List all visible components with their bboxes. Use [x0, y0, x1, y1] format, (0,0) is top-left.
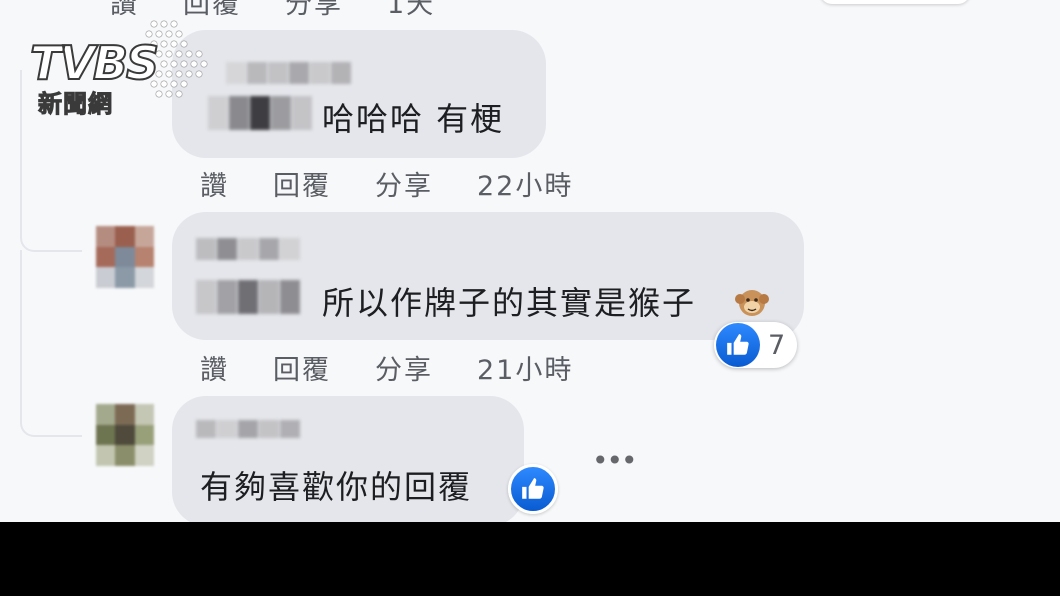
commenter-avatar-blurred	[196, 280, 300, 314]
thread-connector	[20, 250, 82, 437]
comment-text: 所以作牌子的其實是猴子	[322, 284, 697, 322]
reaction-count: 7	[768, 329, 786, 361]
letterbox-bar	[0, 522, 1060, 596]
timestamp: 22小時	[477, 171, 574, 202]
logo-subtitle: 新聞網	[38, 90, 113, 119]
more-options-icon[interactable]: •••	[592, 444, 638, 477]
thumbs-up-icon	[716, 323, 760, 367]
reaction-pill-partial[interactable]	[820, 0, 970, 4]
timestamp: 21小時	[477, 355, 574, 386]
share-action[interactable]: 分享	[285, 0, 343, 21]
comment-thread-screen: 讚 回覆 分享 1天 哈哈哈 有梗 讚 回覆 分享 22小時 所以作牌子的其實是…	[0, 0, 1060, 522]
monkey-icon	[732, 282, 772, 326]
share-action[interactable]: 分享	[375, 348, 433, 387]
comment-actions: 讚 回覆 分享 22小時	[200, 164, 573, 203]
commenter-avatar-blurred	[208, 96, 312, 130]
comment-actions: 讚 回覆 分享 21小時	[200, 348, 573, 387]
reaction-summary[interactable]: 7	[714, 322, 798, 368]
comment-text: 有夠喜歡你的回覆	[200, 468, 473, 506]
like-action[interactable]: 讚	[200, 348, 229, 387]
avatar[interactable]	[96, 226, 154, 288]
commenter-name-blurred	[196, 420, 300, 438]
share-action[interactable]: 分享	[375, 164, 433, 203]
avatar[interactable]	[96, 404, 154, 466]
logo-brand: TVBS	[29, 35, 160, 91]
tvbs-logo: TVBS 新聞網	[26, 16, 216, 119]
commenter-name-blurred	[196, 238, 300, 260]
like-action[interactable]: 讚	[200, 164, 229, 203]
reply-action[interactable]: 回覆	[273, 348, 331, 387]
thumbs-up-icon[interactable]	[508, 464, 558, 514]
comment-text: 哈哈哈 有梗	[322, 100, 505, 138]
reply-action[interactable]: 回覆	[273, 164, 331, 203]
timestamp: 1天	[387, 0, 436, 20]
commenter-name-blurred	[226, 62, 351, 84]
